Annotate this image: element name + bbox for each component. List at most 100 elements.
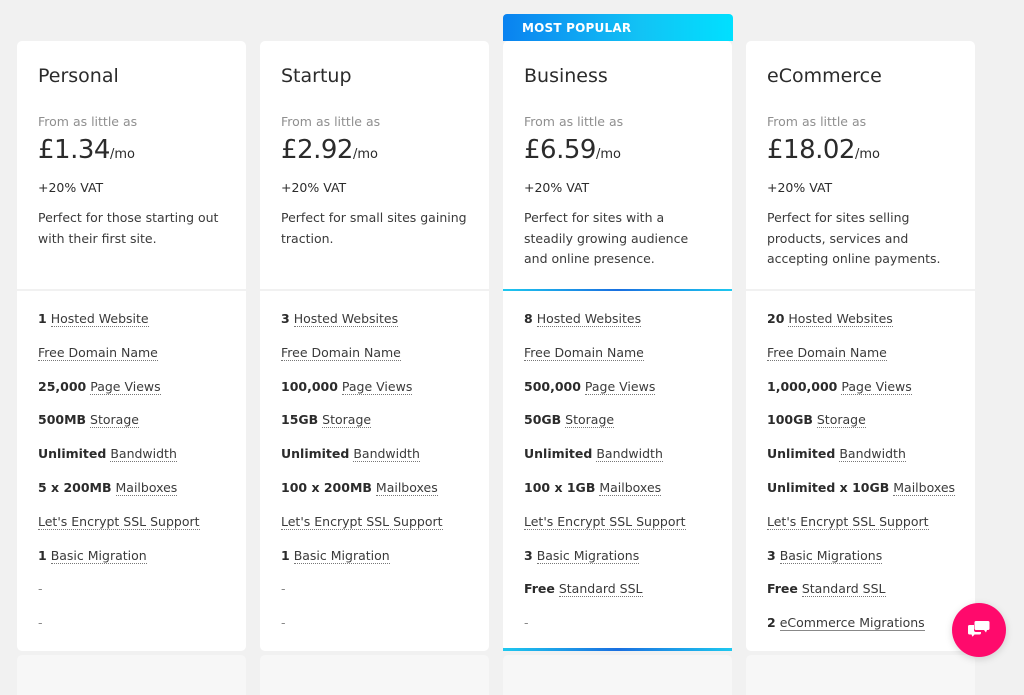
- feature-link[interactable]: Free Domain Name: [38, 344, 158, 361]
- card-footer: [17, 655, 246, 695]
- chat-button[interactable]: [952, 603, 1006, 657]
- feature-link[interactable]: Free Domain Name: [524, 344, 644, 361]
- feature-item: Let's Encrypt SSL Support: [767, 513, 965, 548]
- feature-link[interactable]: Basic Migrations: [779, 547, 883, 564]
- plan-card-startup: Startup From as little as £2.92/mo +20% …: [260, 41, 489, 695]
- feature-item: Free Domain Name: [767, 344, 965, 379]
- feature-value: 8: [524, 311, 533, 326]
- feature-value: Unlimited x 10GB: [767, 479, 890, 495]
- feature-list: 8 Hosted Websites Free Domain Name 500,000…: [524, 311, 722, 649]
- feature-link[interactable]: Let's Encrypt SSL Support: [281, 513, 443, 530]
- feature-item: -: [281, 615, 479, 649]
- feature-item: -: [281, 581, 479, 615]
- plan-description: Perfect for sites selling products, serv…: [767, 210, 941, 266]
- feature-value: 5 x 200MB: [38, 479, 112, 495]
- feature-value: 500MB: [38, 412, 87, 428]
- feature-link[interactable]: Mailboxes: [599, 479, 662, 496]
- feature-item: 100,000 Page Views: [281, 378, 479, 413]
- feature-link[interactable]: eCommerce Migrations: [779, 615, 925, 632]
- feature-value: 3: [767, 547, 776, 563]
- feature-item: 20 Hosted Websites: [767, 311, 965, 345]
- price-from-label: From as little as: [767, 114, 867, 129]
- vat-note: +20% VAT: [524, 180, 590, 195]
- plan-description: Perfect for small sites gaining traction…: [281, 210, 467, 246]
- price-period: /mo: [109, 147, 135, 162]
- feature-empty: -: [281, 581, 286, 597]
- feature-link[interactable]: Basic Migration: [50, 547, 147, 564]
- feature-empty: -: [38, 581, 43, 597]
- feature-item: 50GB Storage: [524, 412, 722, 446]
- most-popular-badge: MOST POPULAR: [503, 14, 733, 41]
- feature-link[interactable]: Page Views: [841, 378, 912, 395]
- feature-item: Unlimited x 10GB Mailboxes: [767, 479, 965, 514]
- feature-item: 3 Hosted Websites: [281, 311, 479, 345]
- feature-empty: -: [281, 615, 286, 631]
- feature-link[interactable]: Basic Migrations: [536, 547, 640, 564]
- feature-link[interactable]: Storage: [565, 412, 615, 429]
- feature-link[interactable]: Let's Encrypt SSL Support: [38, 513, 200, 530]
- feature-link[interactable]: Standard SSL: [558, 581, 643, 598]
- feature-value: 100GB: [767, 412, 813, 428]
- card-footer: [260, 655, 489, 695]
- feature-link[interactable]: Page Views: [90, 378, 161, 395]
- feature-link[interactable]: Mailboxes: [375, 479, 438, 496]
- feature-link[interactable]: Bandwidth: [353, 446, 420, 463]
- feature-link[interactable]: Free Domain Name: [767, 344, 887, 361]
- feature-item: 5 x 200MB Mailboxes: [38, 479, 236, 514]
- feature-link[interactable]: Hosted Websites: [293, 311, 399, 327]
- feature-item: -: [524, 615, 722, 649]
- feature-link[interactable]: Hosted Websites: [536, 311, 642, 327]
- feature-item: 1 Basic Migration: [38, 547, 236, 582]
- feature-list-container: 1 Hosted Website Free Domain Name 25,000 P…: [17, 291, 246, 651]
- feature-item: 500,000 Page Views: [524, 378, 722, 413]
- feature-item: 100 x 1GB Mailboxes: [524, 479, 722, 514]
- feature-list: 3 Hosted Websites Free Domain Name 100,000…: [281, 311, 479, 649]
- feature-value: 100,000: [281, 378, 338, 394]
- feature-link[interactable]: Free Domain Name: [281, 344, 401, 361]
- feature-link[interactable]: Mailboxes: [893, 479, 956, 496]
- chat-bubbles-icon: [968, 619, 990, 641]
- feature-link[interactable]: Let's Encrypt SSL Support: [524, 513, 686, 530]
- highlight-bar: [503, 648, 732, 651]
- feature-value: 20: [767, 311, 785, 326]
- feature-link[interactable]: Hosted Websites: [788, 311, 893, 327]
- plan-card-ecommerce: eCommerce From as little as £18.02/mo +2…: [746, 41, 975, 695]
- feature-value: Unlimited: [281, 446, 350, 462]
- plan-name: eCommerce: [767, 65, 882, 87]
- feature-item: 100GB Storage: [767, 412, 965, 446]
- vat-note: +20% VAT: [767, 180, 833, 195]
- price-from-label: From as little as: [524, 114, 624, 129]
- feature-link[interactable]: Basic Migration: [293, 547, 390, 564]
- feature-value: Free: [524, 581, 555, 597]
- feature-link[interactable]: Page Views: [341, 378, 413, 395]
- feature-item: Unlimited Bandwidth: [524, 446, 722, 480]
- card-footer: [746, 655, 975, 695]
- feature-link[interactable]: Let's Encrypt SSL Support: [767, 513, 929, 530]
- feature-item: 25,000 Page Views: [38, 378, 236, 413]
- feature-link[interactable]: Storage: [90, 412, 139, 429]
- feature-value: 100 x 1GB: [524, 479, 596, 495]
- feature-item: Free Standard SSL: [524, 581, 722, 615]
- feature-item: 500MB Storage: [38, 412, 236, 446]
- feature-link[interactable]: Page Views: [584, 378, 656, 395]
- feature-link[interactable]: Bandwidth: [110, 446, 177, 463]
- price-from-label: From as little as: [281, 114, 381, 129]
- plan-price: £1.34/mo: [38, 135, 135, 165]
- feature-link[interactable]: Standard SSL: [801, 581, 886, 598]
- plan-description: Perfect for sites with a steadily growin…: [524, 210, 689, 266]
- feature-item: 100 x 200MB Mailboxes: [281, 479, 479, 514]
- feature-item: 1 Basic Migration: [281, 547, 479, 582]
- feature-list-container: 8 Hosted Websites Free Domain Name 500,000…: [503, 291, 732, 651]
- plan-description: Perfect for those starting out with thei…: [38, 210, 219, 246]
- feature-item: Let's Encrypt SSL Support: [38, 513, 236, 548]
- feature-link[interactable]: Hosted Website: [50, 311, 149, 327]
- plan-header: eCommerce From as little as £18.02/mo +2…: [746, 41, 975, 289]
- plan-name: Startup: [281, 65, 352, 87]
- feature-link[interactable]: Mailboxes: [115, 479, 178, 496]
- feature-value: Unlimited: [524, 446, 593, 462]
- feature-link[interactable]: Bandwidth: [596, 446, 663, 463]
- vat-note: +20% VAT: [281, 180, 347, 195]
- feature-link[interactable]: Storage: [816, 412, 866, 429]
- feature-link[interactable]: Bandwidth: [839, 446, 906, 463]
- feature-link[interactable]: Storage: [322, 412, 372, 429]
